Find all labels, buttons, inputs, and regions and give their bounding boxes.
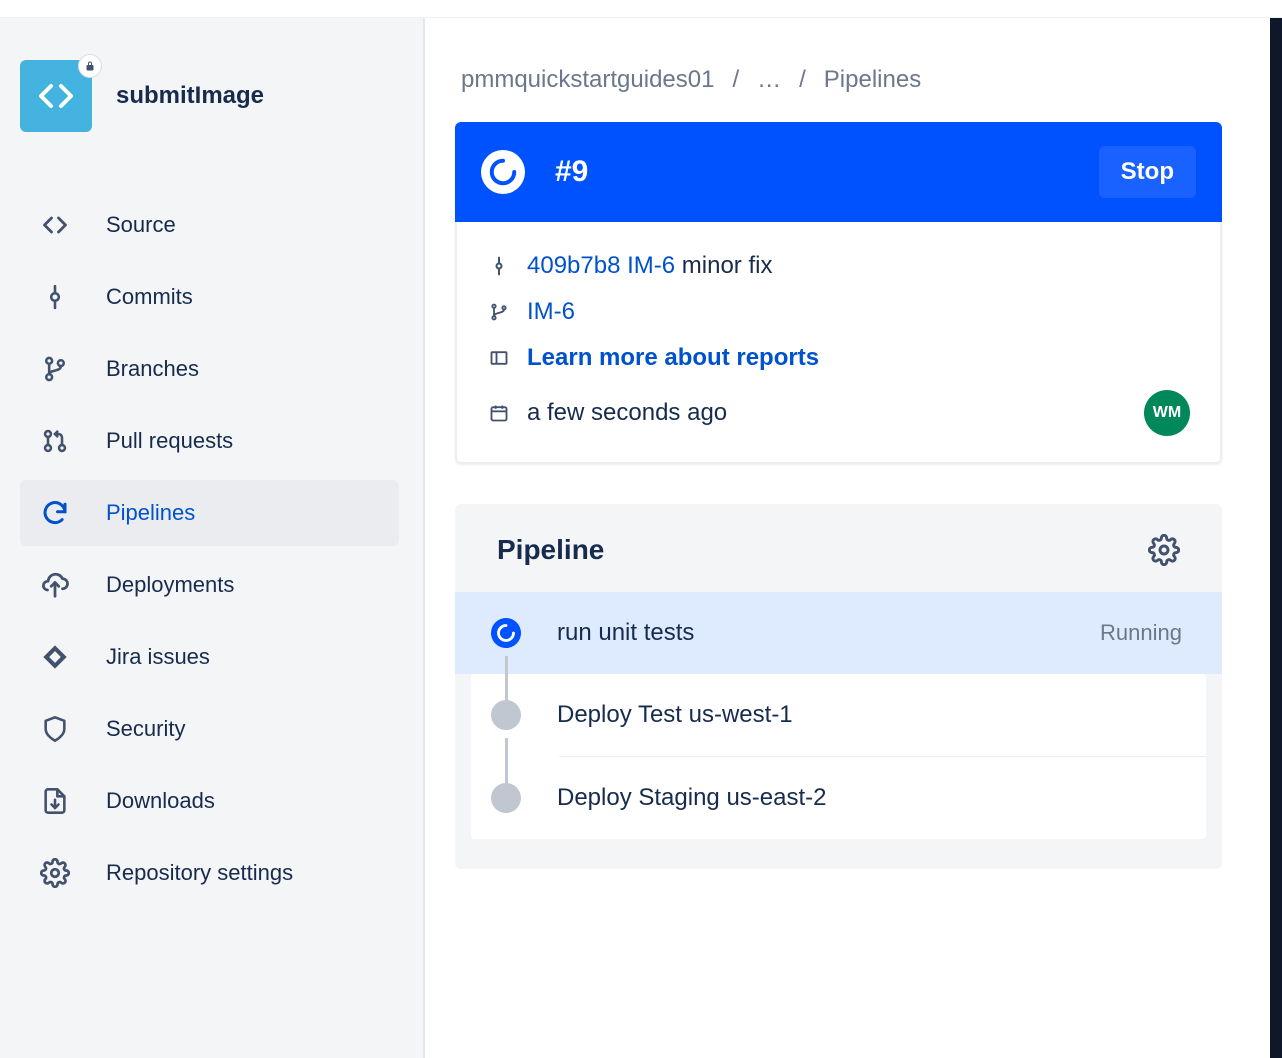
pipeline-section: Pipeline run unit tests Running [455, 504, 1222, 869]
sidebar-item-label: Pipelines [106, 500, 195, 526]
spinner-icon [488, 157, 518, 187]
gear-icon [1148, 534, 1180, 566]
sidebar-item-security[interactable]: Security [20, 696, 399, 762]
pipeline-settings-button[interactable] [1146, 532, 1182, 568]
lock-badge [78, 54, 102, 78]
commit-icon [487, 254, 511, 278]
reports-link[interactable]: Learn more about reports [527, 344, 819, 372]
sidebar-item-label: Deployments [106, 572, 234, 598]
breadcrumb-ellipsis[interactable]: … [757, 66, 781, 94]
sidebar-item-label: Repository settings [106, 860, 293, 886]
breadcrumb: pmmquickstartguides01 / … / Pipelines [461, 66, 1222, 94]
pipelines-icon [40, 498, 70, 528]
branch-icon [487, 300, 511, 324]
step-name: run unit tests [557, 619, 1064, 647]
step-name: Deploy Test us-west-1 [557, 701, 1182, 729]
sidebar-item-label: Downloads [106, 788, 215, 814]
time-row: a few seconds ago WM [487, 390, 1190, 436]
sidebar-item-deployments[interactable]: Deployments [20, 552, 399, 618]
timestamp: a few seconds ago [527, 399, 727, 427]
spinner-icon [496, 623, 516, 643]
reports-row: Learn more about reports [487, 344, 1190, 372]
repo-icon [20, 60, 92, 132]
commit-message: minor fix [682, 252, 773, 279]
pull-request-icon [40, 426, 70, 456]
build-number: #9 [555, 155, 588, 189]
breadcrumb-current[interactable]: Pipelines [824, 66, 921, 94]
download-icon [40, 786, 70, 816]
repo-header: submitImage [20, 60, 399, 132]
step-status: Running [1100, 620, 1182, 646]
info-card: 409b7b8 IM-6 minor fix IM-6 Learn more [455, 222, 1222, 464]
step-status-icon [491, 700, 521, 730]
sidebar-item-pull-requests[interactable]: Pull requests [20, 408, 399, 474]
jira-icon [40, 642, 70, 672]
main: pmmquickstartguides01 / … / Pipelines #9… [425, 18, 1282, 1058]
sidebar-item-label: Source [106, 212, 176, 238]
branch-icon [40, 354, 70, 384]
scrollbar[interactable] [1270, 18, 1282, 1058]
stop-button[interactable]: Stop [1099, 146, 1196, 198]
sidebar-item-settings[interactable]: Repository settings [20, 840, 399, 906]
pipeline-title: Pipeline [497, 534, 604, 566]
sidebar-item-jira[interactable]: Jira issues [20, 624, 399, 690]
commit-row: 409b7b8 IM-6 minor fix [487, 252, 1190, 280]
sidebar-item-label: Jira issues [106, 644, 210, 670]
sidebar-item-label: Security [106, 716, 185, 742]
step-name: Deploy Staging us-east-2 [557, 784, 1182, 812]
step-status-icon [491, 783, 521, 813]
sidebar-item-pipelines[interactable]: Pipelines [20, 480, 399, 546]
sidebar-item-branches[interactable]: Branches [20, 336, 399, 402]
gear-icon [40, 858, 70, 888]
sidebar-item-label: Commits [106, 284, 193, 310]
sidebar-item-label: Pull requests [106, 428, 233, 454]
nav: Source Commits Branches Pull requests [20, 192, 399, 906]
build-banner: #9 Stop [455, 122, 1222, 222]
build-spinner [481, 150, 525, 194]
breadcrumb-sep: / [799, 66, 806, 94]
breadcrumb-workspace[interactable]: pmmquickstartguides01 [461, 66, 714, 94]
commit-hash-link[interactable]: 409b7b8 [527, 252, 620, 279]
calendar-icon [487, 401, 511, 425]
avatar[interactable]: WM [1144, 390, 1190, 436]
sidebar-item-commits[interactable]: Commits [20, 264, 399, 330]
pipeline-step[interactable]: Deploy Test us-west-1 [471, 674, 1206, 756]
cloud-upload-icon [40, 570, 70, 600]
sidebar-item-label: Branches [106, 356, 199, 382]
pipeline-step[interactable]: Deploy Staging us-east-2 [471, 757, 1206, 839]
breadcrumb-sep: / [732, 66, 739, 94]
header-bar [0, 0, 1282, 18]
commit-icon [40, 282, 70, 312]
code-icon [40, 210, 70, 240]
commit-ref-link[interactable]: IM-6 [627, 252, 675, 279]
branch-row: IM-6 [487, 298, 1190, 326]
report-icon [487, 346, 511, 370]
shield-icon [40, 714, 70, 744]
step-status-icon [491, 618, 521, 648]
lock-icon [84, 60, 96, 72]
sidebar: submitImage Source Commits Branches [0, 18, 425, 1058]
code-icon [36, 76, 76, 116]
branch-link[interactable]: IM-6 [527, 298, 575, 326]
sidebar-item-source[interactable]: Source [20, 192, 399, 258]
repo-title: submitImage [116, 82, 264, 110]
pipeline-step[interactable]: run unit tests Running [455, 592, 1222, 674]
sidebar-item-downloads[interactable]: Downloads [20, 768, 399, 834]
